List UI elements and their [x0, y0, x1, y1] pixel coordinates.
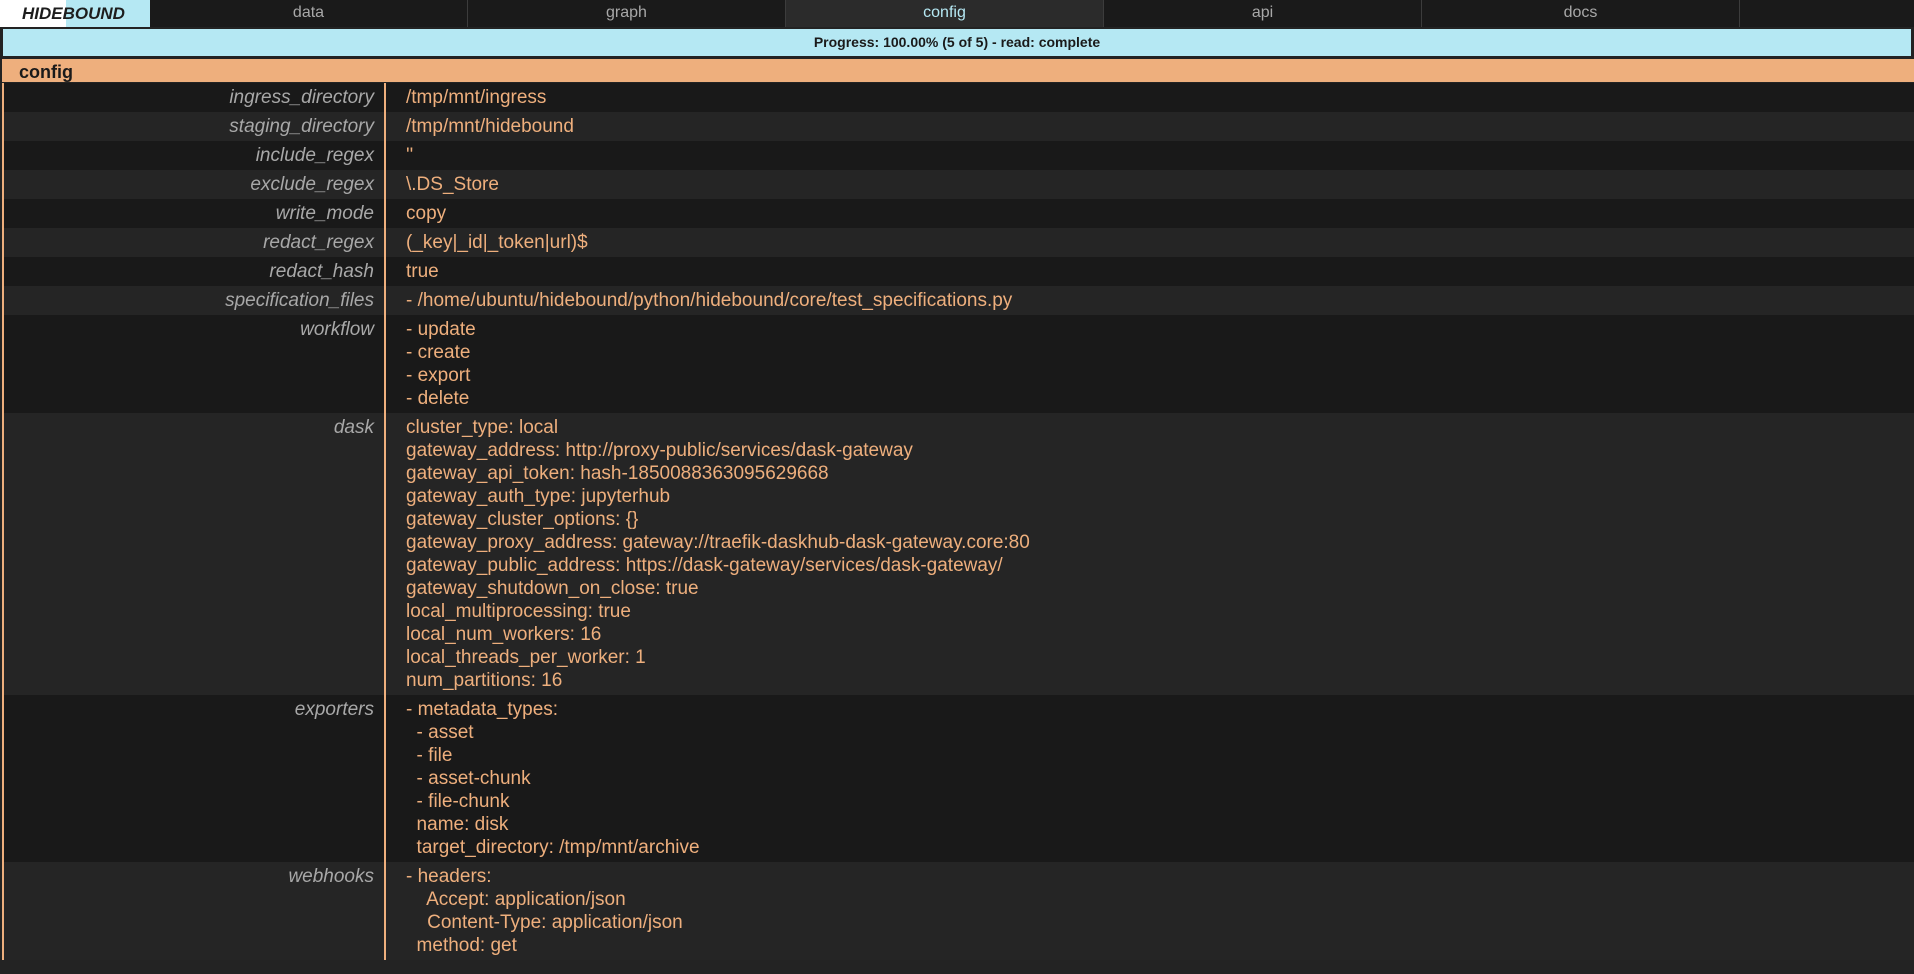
config-row: include_regex '' — [4, 141, 1914, 170]
config-value: - metadata_types: - asset - file - asset… — [406, 699, 700, 858]
config-value: cluster_type: local gateway_address: htt… — [406, 417, 1030, 691]
progress-text: Progress: 100.00% (5 of 5) - read: compl… — [813, 34, 1101, 50]
progress-bar: Progress: 100.00% (5 of 5) - read: compl… — [0, 29, 1914, 56]
nav-spacer — [1740, 0, 1914, 27]
config-value: - headers: Accept: application/json Cont… — [406, 866, 683, 956]
config-row: exclude_regex \.DS_Store — [4, 170, 1914, 199]
config-key: write_mode — [4, 199, 386, 228]
config-value: copy — [406, 203, 447, 224]
config-row: redact_regex (_key|_id|_token|url)$ — [4, 228, 1914, 257]
config-key: dask — [4, 413, 386, 695]
config-key: ingress_directory — [4, 83, 386, 112]
tab-config[interactable]: config — [786, 0, 1104, 27]
config-row: ingress_directory /tmp/mnt/ingress — [4, 83, 1914, 112]
config-row: webhooks - headers: Accept: application/… — [4, 862, 1914, 960]
config-key: exclude_regex — [4, 170, 386, 199]
config-row: staging_directory /tmp/mnt/hidebound — [4, 112, 1914, 141]
config-row: workflow - update - create - export - de… — [4, 315, 1914, 413]
tab-api[interactable]: api — [1104, 0, 1422, 27]
app-root: HIDEBOUND data graph config api docs Pro… — [0, 0, 1914, 974]
config-key: redact_hash — [4, 257, 386, 286]
config-key: staging_directory — [4, 112, 386, 141]
panel-header: config — [2, 59, 1914, 82]
config-row: redact_hash true — [4, 257, 1914, 286]
top-nav: HIDEBOUND data graph config api docs — [0, 0, 1914, 27]
config-value: /tmp/mnt/ingress — [406, 87, 547, 108]
tab-data[interactable]: data — [150, 0, 468, 27]
config-row: specification_files - /home/ubuntu/hideb… — [4, 286, 1914, 315]
config-value: - /home/ubuntu/hidebound/python/hideboun… — [406, 290, 1013, 311]
tab-graph[interactable]: graph — [468, 0, 786, 27]
config-table: ingress_directory /tmp/mnt/ingress stagi… — [2, 83, 1914, 960]
config-value: (_key|_id|_token|url)$ — [406, 232, 588, 253]
config-value: '' — [406, 145, 414, 166]
config-key: exporters — [4, 695, 386, 862]
config-key: webhooks — [4, 862, 386, 960]
logo[interactable]: HIDEBOUND — [0, 0, 150, 27]
config-row: dask cluster_type: local gateway_address… — [4, 413, 1914, 695]
config-value: true — [406, 261, 439, 282]
logo-text: HIDEBOUND — [22, 4, 125, 23]
config-row: exporters - metadata_types: - asset - fi… — [4, 695, 1914, 862]
config-key: workflow — [4, 315, 386, 413]
config-row: write_mode copy — [4, 199, 1914, 228]
config-value: \.DS_Store — [406, 174, 499, 195]
config-value: - update - create - export - delete — [406, 319, 476, 409]
config-key: specification_files — [4, 286, 386, 315]
config-value: /tmp/mnt/hidebound — [406, 116, 574, 137]
panel-title: config — [19, 62, 73, 82]
tab-docs[interactable]: docs — [1422, 0, 1740, 27]
config-key: redact_regex — [4, 228, 386, 257]
config-key: include_regex — [4, 141, 386, 170]
